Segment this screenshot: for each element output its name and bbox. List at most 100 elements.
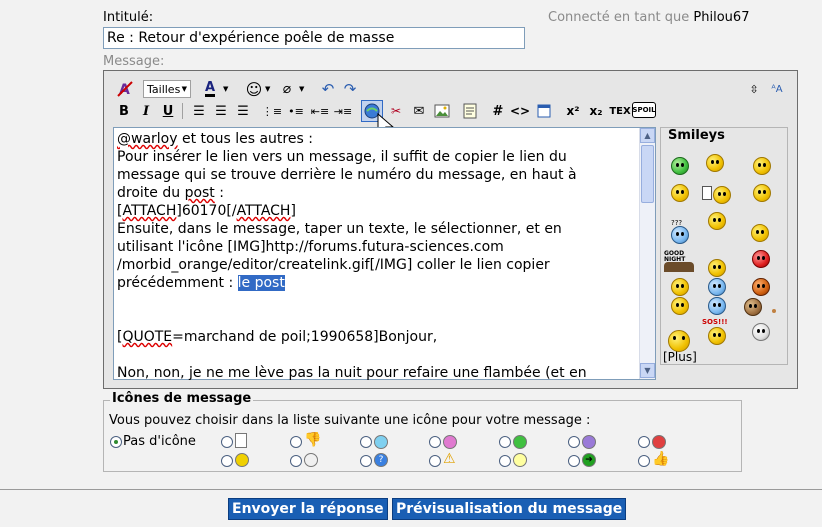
- textarea-scrollbar[interactable]: ▲ ▼: [639, 128, 655, 379]
- icon-radio-document[interactable]: [221, 436, 233, 448]
- unordered-list-icon[interactable]: •≡: [286, 101, 306, 121]
- icon-radio-smile[interactable]: [221, 455, 233, 467]
- icon-radio-question[interactable]: [360, 455, 372, 467]
- ordered-list-icon[interactable]: ⋮≡: [262, 101, 282, 121]
- icon-radio-idea[interactable]: [499, 455, 511, 467]
- smiley-hand-icon[interactable]: [708, 297, 726, 315]
- smiley-sos-icon[interactable]: [708, 327, 726, 345]
- icon-radio-cool[interactable]: [290, 455, 302, 467]
- smiley-cry-icon[interactable]: [671, 297, 689, 315]
- icon-radio-grin[interactable]: [429, 436, 441, 448]
- smiley-dropdown-icon[interactable]: ▼: [265, 85, 270, 93]
- subscript-button[interactable]: x₂: [586, 101, 606, 121]
- scroll-up-icon[interactable]: ▲: [640, 128, 655, 143]
- icon-radio-thumbs-up[interactable]: [638, 455, 650, 467]
- preview-button[interactable]: Prévisualisation du message: [392, 498, 627, 520]
- align-left-icon[interactable]: ☰: [189, 101, 209, 121]
- outdent-icon[interactable]: ⇤≡: [310, 101, 330, 121]
- underline-button[interactable]: U: [158, 101, 178, 121]
- message-line: droite du post :: [117, 185, 224, 201]
- happy-face-icon: [374, 435, 388, 449]
- smileys-title: Smileys: [668, 128, 725, 143]
- smiley-devil-red-icon[interactable]: [752, 250, 770, 268]
- arrow-icon: ➔: [582, 453, 596, 467]
- resize-icon[interactable]: ⇳: [744, 79, 764, 99]
- attachment-dropdown-icon[interactable]: ▼: [299, 85, 304, 93]
- smiley-brown-icon[interactable]: [744, 298, 762, 316]
- icon-radio-warning[interactable]: [429, 455, 441, 467]
- scroll-down-icon[interactable]: ▼: [640, 363, 655, 378]
- icon-radio-thumbs-down[interactable]: [290, 436, 302, 448]
- thumbs-up-icon: 👍: [652, 451, 670, 467]
- smiley-sleeping-icon[interactable]: [708, 212, 726, 230]
- icons-legend: Icônes de message: [110, 391, 254, 406]
- icon-radio-smile-green[interactable]: [499, 436, 511, 448]
- html-icon[interactable]: [534, 101, 554, 121]
- smiley-mustache-icon[interactable]: [752, 323, 770, 341]
- smiley-menu-icon[interactable]: ☺: [244, 79, 264, 99]
- smiley-big-icon[interactable]: [668, 330, 690, 352]
- document-icon: [235, 433, 247, 448]
- font-color-button[interactable]: A: [200, 79, 220, 99]
- no-icon-radio[interactable]: [110, 436, 122, 448]
- icon-radio-arrow[interactable]: [568, 455, 580, 467]
- font-color-dropdown-icon[interactable]: ▼: [223, 85, 228, 93]
- smiley-confused-icon[interactable]: [671, 226, 689, 244]
- angry-face-icon: [652, 435, 666, 449]
- tex-button[interactable]: TEX: [609, 101, 631, 121]
- icon-radio-sad[interactable]: [568, 436, 580, 448]
- message-line: précédemment : le post: [117, 275, 285, 291]
- bold-button[interactable]: B: [114, 101, 134, 121]
- hash-button[interactable]: #: [488, 101, 508, 121]
- smiley-goodnight-icon[interactable]: [664, 262, 694, 272]
- no-icon-label[interactable]: Pas d'icône: [123, 434, 196, 449]
- undo-icon[interactable]: ↶: [318, 79, 338, 99]
- send-reply-button[interactable]: Envoyer la réponse: [228, 498, 388, 520]
- username[interactable]: Philou67: [693, 10, 749, 25]
- smiley-flag-icon[interactable]: [702, 186, 712, 200]
- smiley-cool-icon[interactable]: [671, 278, 689, 296]
- quote-icon[interactable]: [460, 101, 480, 121]
- size-select[interactable]: Tailles ▼: [143, 80, 191, 98]
- smiley-grimace-icon[interactable]: [753, 184, 771, 202]
- smiley-wink-icon[interactable]: [753, 157, 771, 175]
- smiley-devil-icon[interactable]: [752, 278, 770, 296]
- insert-image-icon[interactable]: [432, 101, 452, 121]
- text-size-icon[interactable]: ᴬA: [767, 79, 787, 99]
- icon-radio-angry[interactable]: [638, 436, 650, 448]
- smiley-smile-icon[interactable]: [708, 259, 726, 277]
- title-input[interactable]: [103, 27, 525, 49]
- warning-icon: ⚠: [443, 451, 456, 467]
- smiley-tongue-icon[interactable]: [751, 224, 769, 242]
- message-line: [ATTACH]60170[/ATTACH]: [117, 203, 296, 219]
- redo-icon[interactable]: ↷: [340, 79, 360, 99]
- smiley-tiny-icon[interactable]: [772, 309, 776, 313]
- message-label: Message:: [103, 54, 165, 69]
- indent-icon[interactable]: ⇥≡: [333, 101, 353, 121]
- smiley-sos-label: SOS!!!: [702, 318, 728, 326]
- align-center-icon[interactable]: ☰: [211, 101, 231, 121]
- align-right-icon[interactable]: ☰: [233, 101, 253, 121]
- message-line: /morbid_orange/editor/createlink.gif[/IM…: [117, 257, 550, 273]
- form-separator: [0, 489, 822, 490]
- remove-format-icon[interactable]: A: [115, 79, 135, 99]
- smileys-more-link[interactable]: [Plus]: [663, 350, 697, 364]
- italic-button[interactable]: I: [136, 101, 156, 121]
- message-line: utilisant l'icône [IMG]http://forums.fut…: [117, 239, 504, 255]
- email-icon[interactable]: ✉: [409, 101, 429, 121]
- icons-instruction: Vous pouvez choisir dans la liste suivan…: [109, 413, 591, 428]
- scroll-thumb[interactable]: [641, 145, 654, 203]
- icon-radio-happy[interactable]: [360, 436, 372, 448]
- smiley-flag-bearer-icon[interactable]: [713, 186, 731, 204]
- attachment-icon[interactable]: ⌀: [277, 79, 297, 99]
- message-text[interactable]: @warloy et tous les autres : Pour insére…: [117, 130, 637, 382]
- superscript-button[interactable]: x²: [563, 101, 583, 121]
- smiley-pirate-icon[interactable]: [671, 184, 689, 202]
- smiley-grin-icon[interactable]: [671, 157, 689, 175]
- smiley-bunny-icon[interactable]: [706, 154, 724, 172]
- smiley-blue-icon[interactable]: [708, 278, 726, 296]
- code-button[interactable]: <>: [510, 101, 530, 121]
- spoiler-button[interactable]: SPOIL: [632, 102, 656, 118]
- message-textarea[interactable]: @warloy et tous les autres : Pour insére…: [113, 127, 656, 382]
- title-label: Intitulé:: [103, 10, 154, 25]
